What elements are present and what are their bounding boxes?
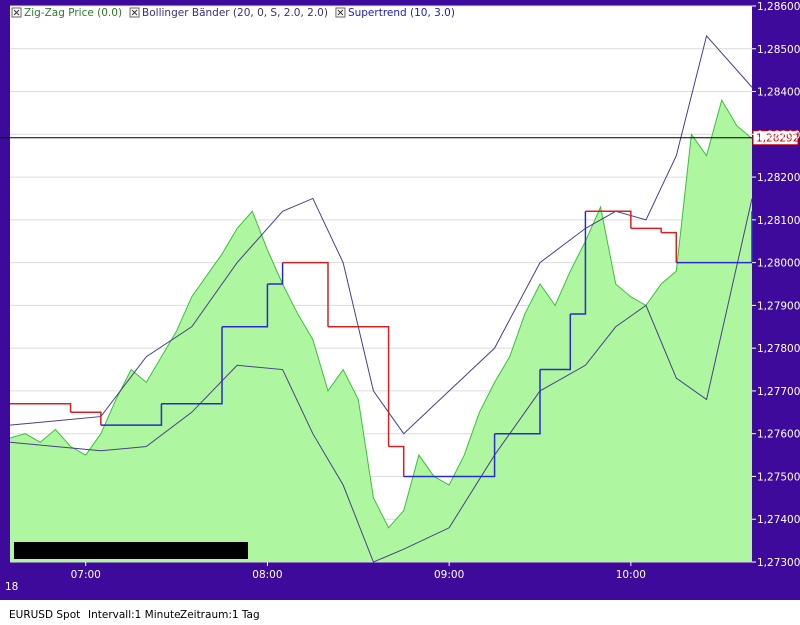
y-axis: 1,27300 1,27400 1,27500 1,27600 1,27700 1,278… (752, 1, 800, 569)
y-tick-label: 1,27700 (757, 386, 800, 398)
y-tick-label: 1,27600 (757, 429, 800, 441)
x-tick-label: 09:00 (434, 569, 464, 581)
legend-label: Zig-Zag Price (0.0) (24, 7, 122, 19)
symbol-label: EURUSD Spot (9, 609, 80, 621)
price-area-layer (10, 100, 752, 562)
y-tick-label: 1,28600 (757, 1, 800, 13)
chart-window: 1,28292 1,273001,274001,275001,276001,27… (0, 0, 800, 625)
status-footer: EURUSD Spot Intervall:1 Minute Zeitraum:… (0, 600, 800, 625)
legend-item: Zig-Zag Price (0.0) (12, 7, 122, 19)
supertrend-segment (389, 447, 404, 477)
y-tick-label: 1,28200 (757, 172, 800, 184)
supertrend-segment (631, 228, 661, 232)
x-axis: 07:00 08:00 09:00 10:00 (71, 562, 646, 581)
supertrend-segment (661, 233, 676, 263)
y-tick-label: 1,27800 (757, 343, 800, 355)
y-tick-label: 1,27500 (757, 471, 800, 483)
y-tick-label: 1,27900 (757, 300, 800, 312)
x-tick-label: 08:00 (252, 569, 282, 581)
x-tick-label: 07:00 (71, 569, 101, 581)
y-tick-label: 1,28400 (757, 87, 800, 99)
y-tick-label: 1,27300 (757, 557, 800, 569)
legend-label: Supertrend (10, 3.0) (348, 7, 455, 19)
redacted-bar (14, 542, 248, 559)
y-tick-label: 1,28500 (757, 44, 800, 56)
x-tick-label: 10:00 (616, 569, 646, 581)
legend-item: Supertrend (10, 3.0) (336, 7, 455, 19)
legend-item: Bollinger Bänder (20, 0, S, 2.0, 2.0) (130, 7, 328, 19)
legend-label: Bollinger Bänder (20, 0, S, 2.0, 2.0) (142, 7, 328, 19)
y-tick-label: 1,28000 (757, 258, 800, 270)
y-tick-label: 1,28300 (757, 129, 800, 141)
bottom-left-label: 18 (5, 581, 18, 593)
legend: Zig-Zag Price (0.0) Bollinger Bänder (20,… (12, 7, 455, 19)
range-label: Zeitraum:1 Tag (180, 609, 260, 621)
y-tick-label: 1,27400 (757, 514, 800, 526)
y-tick-label: 1,28100 (757, 215, 800, 227)
supertrend-segment (10, 404, 71, 413)
price-area (10, 100, 752, 562)
interval-label: Intervall:1 Minute (88, 609, 181, 621)
price-chart[interactable]: 1,28292 1,273001,274001,275001,276001,27… (0, 0, 800, 600)
